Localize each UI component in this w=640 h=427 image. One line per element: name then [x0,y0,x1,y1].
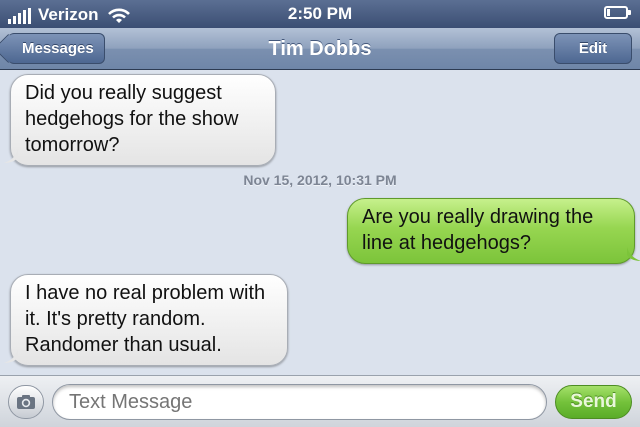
incoming-message-bubble[interactable]: Did you really suggest hedgehogs for the… [4,74,276,166]
nav-bar: Tim Dobbs Messages Edit [0,28,640,70]
message-thread[interactable]: Did you really suggest hedgehogs for the… [0,70,640,375]
status-bar: Verizon 2:50 PM [0,0,640,28]
messages-back-button[interactable]: Messages [0,33,105,64]
message-timestamp: Nov 15, 2012, 10:31 PM [243,172,397,188]
back-arrow-icon [0,33,24,64]
send-button[interactable]: Send [555,385,632,419]
edit-button[interactable]: Edit [554,33,632,64]
incoming-message-bubble[interactable]: I have no real problem with it. It's pre… [4,274,288,366]
back-button-label: Messages [22,40,94,57]
camera-button[interactable] [8,385,44,419]
outgoing-message-bubble[interactable]: Are you really drawing the line at hedge… [347,198,640,264]
camera-icon [17,395,35,409]
status-time: 2:50 PM [287,4,353,23]
bubble-tail [4,349,18,363]
battery-icon [604,6,631,19]
bubble-tail [4,149,18,163]
message-text: Did you really suggest hedgehogs for the… [25,82,239,156]
message-text: Are you really drawing the line at hedge… [362,206,594,254]
message-composer: Send [0,375,640,427]
bubble-tail [627,247,640,261]
text-message-input[interactable] [52,384,547,420]
message-text: I have no real problem with it. It's pre… [25,282,266,356]
